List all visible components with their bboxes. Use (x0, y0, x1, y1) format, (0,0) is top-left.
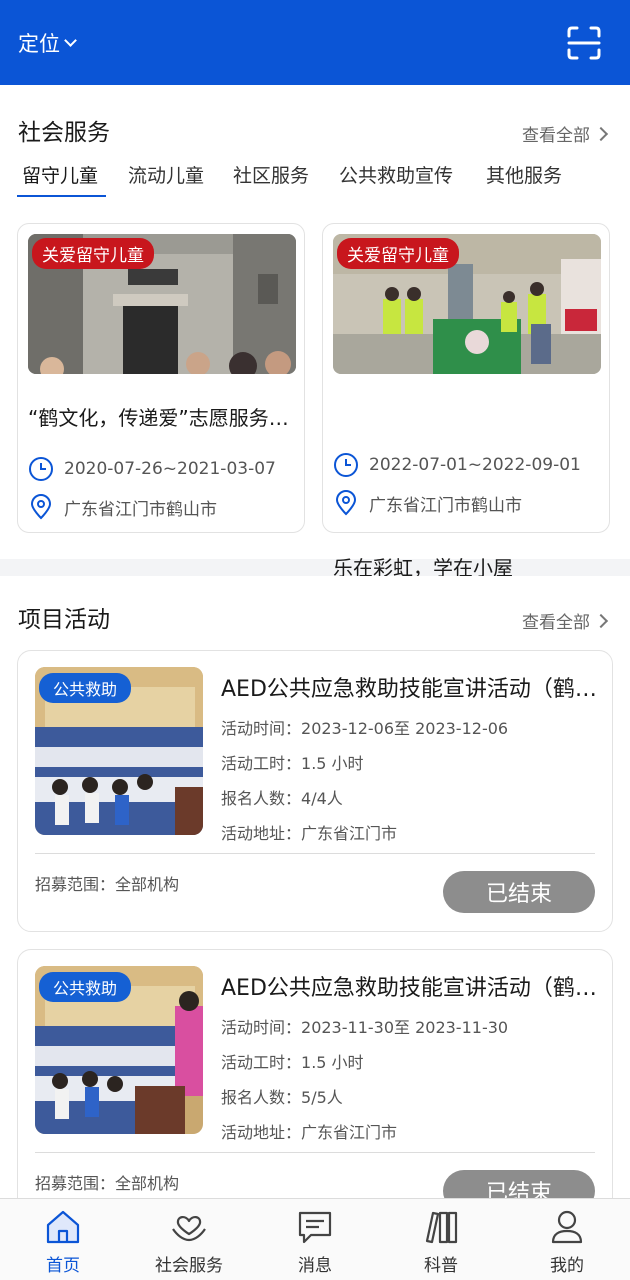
activity-time: 2023-12-06至 2023-12-06 (301, 719, 509, 738)
divider (35, 1152, 595, 1153)
status-ended-button[interactable]: 已结束 (443, 871, 595, 913)
nav-social-service[interactable]: 社会服务 (126, 1199, 252, 1280)
chevron-right-icon (593, 613, 609, 628)
nav-label: 科普 (424, 1256, 458, 1276)
bottom-navigation: 首页 社会服务 消息 科普 我的 (0, 1198, 630, 1280)
activity-count: 4/4人 (301, 789, 343, 808)
activity-hours-label: 活动工时： (221, 1053, 302, 1072)
activity-hours-row: 活动工时：1.5 小时 (221, 1049, 364, 1073)
activity-count: 5/5人 (301, 1088, 343, 1107)
nav-label: 消息 (298, 1256, 332, 1276)
view-all-link[interactable]: 查看全部 (522, 608, 609, 633)
activity-address: 广东省江门市 (301, 1123, 398, 1142)
activity-count-label: 报名人数： (221, 789, 302, 808)
category-badge: 公共救助 (39, 673, 132, 703)
service-card[interactable]: 关爱留守儿童 “鹤文化，传递爱”志愿服务活动 2020-07-26~2021-0… (17, 223, 305, 533)
clock-icon (29, 457, 53, 481)
home-icon (46, 1210, 80, 1244)
recruit-scope: 招募范围：全部机构 (35, 871, 179, 895)
view-all-label: 查看全部 (522, 613, 590, 633)
view-all-label: 查看全部 (522, 126, 590, 146)
tab-public-aid-promotion[interactable]: 公共救助宣传 (339, 161, 453, 188)
location-selector[interactable]: 定位 (18, 28, 77, 58)
recruit-scope-label: 招募范围： (35, 875, 116, 894)
category-badge: 关爱留守儿童 (32, 238, 154, 269)
activity-count-row: 报名人数：5/5人 (221, 1084, 343, 1108)
card-date: 2022-07-01~2022-09-01 (369, 455, 581, 475)
activity-time-row: 活动时间：2023-12-06至 2023-12-06 (221, 715, 508, 739)
activity-time-row: 活动时间：2023-11-30至 2023-11-30 (221, 1014, 508, 1038)
activity-time: 2023-11-30至 2023-11-30 (301, 1018, 509, 1037)
nav-science[interactable]: 科普 (378, 1199, 504, 1280)
service-card[interactable]: 关爱留守儿童 乐在彩虹，学在小屋 2022-07-01~2022-09-01 广… (322, 223, 610, 580)
message-icon (298, 1211, 332, 1244)
social-service-section: 社会服务 查看全部 留守儿童 流动儿童 社区服务 公共救助宣传 其他服务 关爱留… (0, 85, 630, 580)
tab-community-service[interactable]: 社区服务 (233, 161, 309, 188)
activity-card[interactable]: 公共救助 AED公共应急救助技能宣讲活动（鹤山） 活动时间：2023-12-06… (17, 650, 613, 932)
divider (35, 853, 595, 854)
recruit-scope-value: 全部机构 (115, 875, 180, 894)
nav-home[interactable]: 首页 (0, 1199, 126, 1280)
date-row: 2022-07-01~2022-09-01 (333, 452, 581, 478)
activity-address-label: 活动地址： (221, 824, 302, 843)
scan-icon (567, 26, 601, 59)
tab-floating-children[interactable]: 流动儿童 (128, 161, 204, 188)
tab-left-behind-children[interactable]: 留守儿童 (22, 161, 98, 188)
activity-title: AED公共应急救助技能宣讲活动（鹤山） (221, 677, 601, 702)
tab-other-services[interactable]: 其他服务 (486, 161, 562, 188)
top-header: 定位 (0, 0, 630, 85)
activity-card[interactable]: 公共救助 AED公共应急救助技能宣讲活动（鹤山） 活动时间：2023-11-30… (17, 949, 613, 1219)
chevron-right-icon (593, 126, 609, 141)
activity-address: 广东省江门市 (301, 824, 398, 843)
activity-photo: 公共救助 (35, 966, 203, 1134)
location-label: 定位 (18, 31, 60, 56)
activity-time-label: 活动时间： (221, 719, 302, 738)
recruit-scope-label: 招募范围： (35, 1174, 116, 1193)
address-row: 广东省江门市鹤山市 (28, 494, 217, 520)
card-date: 2020-07-26~2021-03-07 (64, 459, 276, 479)
category-badge: 公共救助 (39, 972, 132, 1002)
activity-hours: 1.5 小时 (301, 1053, 364, 1072)
heart-hands-icon (172, 1216, 206, 1242)
nav-profile[interactable]: 我的 (504, 1199, 630, 1280)
section-title: 项目活动 (18, 607, 110, 633)
activity-hours-label: 活动工时： (221, 754, 302, 773)
active-tab-indicator (17, 195, 106, 197)
activity-count-row: 报名人数：4/4人 (221, 785, 343, 809)
chevron-down-icon (64, 34, 77, 47)
activity-photo: 公共救助 (35, 667, 203, 835)
location-pin-icon (30, 494, 52, 520)
recruit-scope-value: 全部机构 (115, 1174, 180, 1193)
nav-label: 首页 (46, 1256, 80, 1276)
view-all-link[interactable]: 查看全部 (522, 121, 609, 146)
card-address: 广东省江门市鹤山市 (64, 499, 217, 520)
activity-count-label: 报名人数： (221, 1088, 302, 1107)
activity-address-row: 活动地址：广东省江门市 (221, 820, 397, 844)
location-pin-icon (335, 490, 357, 516)
service-photo: 关爱留守儿童 (28, 234, 296, 374)
card-address: 广东省江门市鹤山市 (369, 495, 522, 516)
nav-label: 我的 (550, 1256, 584, 1276)
scan-button[interactable] (566, 25, 602, 61)
recruit-scope: 招募范围：全部机构 (35, 1170, 179, 1194)
books-icon (425, 1211, 458, 1244)
activity-address-label: 活动地址： (221, 1123, 302, 1142)
card-title: “鹤文化，传递爱”志愿服务活动 (28, 406, 296, 430)
date-row: 2020-07-26~2021-03-07 (28, 456, 276, 482)
activity-time-label: 活动时间： (221, 1018, 302, 1037)
activity-title: AED公共应急救助技能宣讲活动（鹤山） (221, 976, 601, 1001)
service-photo: 关爱留守儿童 (333, 234, 601, 374)
activity-hours-row: 活动工时：1.5 小时 (221, 750, 364, 774)
activity-hours: 1.5 小时 (301, 754, 364, 773)
clock-icon (334, 453, 358, 477)
category-badge: 关爱留守儿童 (337, 238, 459, 269)
project-activities-section: 项目活动 查看全部 公共救助 AED公共应急救助技能宣讲活动（鹤山） 活动时间：… (0, 576, 630, 1219)
address-row: 广东省江门市鹤山市 (333, 490, 522, 516)
nav-messages[interactable]: 消息 (252, 1199, 378, 1280)
nav-label: 社会服务 (155, 1256, 223, 1276)
user-icon (551, 1210, 583, 1244)
activity-address-row: 活动地址：广东省江门市 (221, 1119, 397, 1143)
section-title: 社会服务 (18, 120, 110, 146)
